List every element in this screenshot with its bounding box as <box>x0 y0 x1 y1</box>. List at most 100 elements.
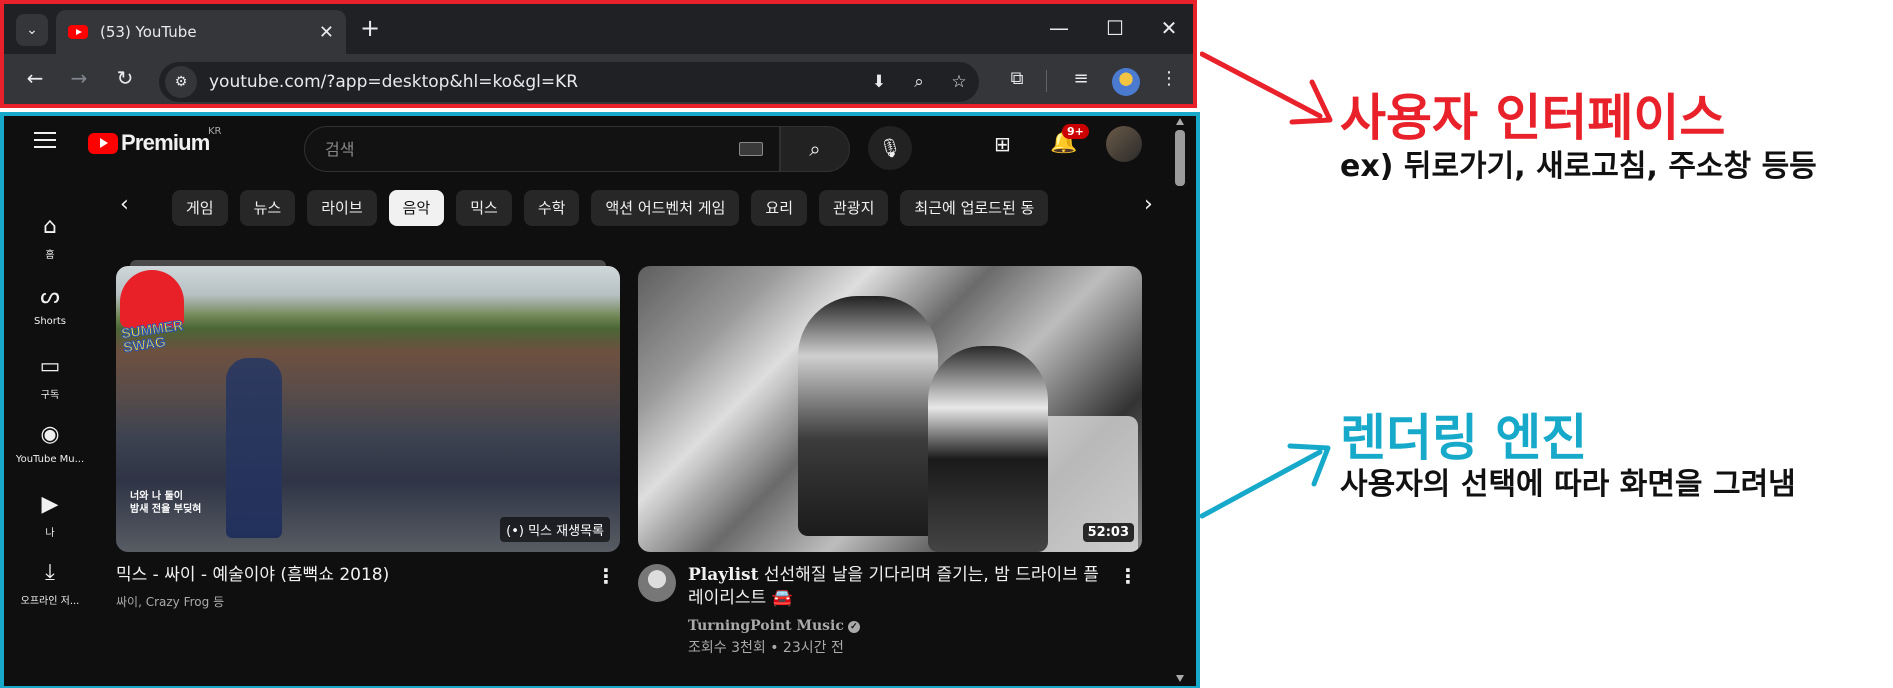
keyboard-icon[interactable] <box>739 142 763 156</box>
sidebar-item-home[interactable]: ⌂ 홈 <box>10 214 90 261</box>
channel-avatar[interactable] <box>638 564 676 602</box>
tab-close-icon[interactable]: ✕ <box>319 22 334 43</box>
scroll-up-icon[interactable] <box>1176 118 1184 125</box>
chip-4[interactable]: 믹스 <box>456 190 512 226</box>
mix-playlist-overlay: (•) 믹스 재생목록 <box>500 517 610 542</box>
forward-icon[interactable]: → <box>64 66 94 90</box>
person-figure <box>928 346 1048 552</box>
chip-7[interactable]: 요리 <box>751 190 807 226</box>
video-duration: 52:03 <box>1082 523 1134 542</box>
sidebar-item-label: 구독 <box>40 390 60 401</box>
scroll-down-icon[interactable] <box>1176 675 1184 682</box>
address-bar[interactable]: ⚙ youtube.com/?app=desktop&hl=ko&gl=KR ⬇… <box>159 62 979 102</box>
sidebar-item-label: 홈 <box>45 250 55 261</box>
zoom-icon[interactable]: ⌕ <box>899 72 939 92</box>
chevron-right-icon[interactable]: › <box>1144 192 1153 217</box>
more-menu-icon[interactable]: ⋮ <box>1154 68 1184 89</box>
sidebar-item-downloads[interactable]: ⤓ 오프라인 저... <box>10 560 90 607</box>
sidebar-item-you[interactable]: ▶ 나 <box>10 492 90 539</box>
back-icon[interactable]: ← <box>20 66 50 90</box>
video-meta-text: 믹스 - 싸이 - 예술이야 (흠뻑쇼 2018) 싸이, Crazy Frog… <box>116 564 620 610</box>
sidebar-item-shorts[interactable]: ᔕ Shorts <box>10 284 90 327</box>
browser-ui-frame: ⌄ (53) YouTube ✕ + — ☐ ✕ ← → ↻ ⚙ youtube… <box>0 0 1197 108</box>
video-title[interactable]: Playlist 선선해질 날을 기다리며 즐기는, 밤 드라이브 플레이리스트… <box>688 564 1112 610</box>
chip-0[interactable]: 게임 <box>172 190 228 226</box>
youtube-favicon-icon <box>68 25 88 39</box>
channel-name-row[interactable]: TurningPoint Music ✓ <box>688 618 1112 634</box>
new-tab-icon[interactable]: + <box>360 16 380 40</box>
video-card[interactable]: SUMMER SWAG 너와 나 둘이 밤새 전율 부딪혀 (•) 믹스 재생목… <box>116 260 620 610</box>
scrollbar-thumb[interactable] <box>1175 130 1185 186</box>
account-avatar[interactable] <box>1106 126 1142 162</box>
sidebar-item-label: Shorts <box>33 316 67 327</box>
you-icon: ▶ <box>41 492 59 517</box>
verified-check-icon: ✓ <box>847 621 860 633</box>
logo-brand-text: Premium <box>121 130 210 155</box>
more-actions-icon[interactable]: ⋮ <box>1118 564 1138 588</box>
person-figure <box>798 296 938 536</box>
ui-annotation-title: 사용자 인터페이스 <box>1340 89 1726 147</box>
rendering-engine-frame: Premium KR ⌕ 🎙 ⊞ 🔔 9+ ⌂ 홈 ᔕ Shorts <box>0 112 1200 688</box>
video-thumbnail[interactable]: SUMMER SWAG 너와 나 둘이 밤새 전율 부딪혀 (•) 믹스 재생목… <box>116 266 620 552</box>
channel-name: TurningPoint Music <box>688 618 844 634</box>
chip-bar: ‹ 게임 뉴스 라이브 음악 믹스 수학 액션 어드벤처 게임 요리 관광지 최근에 업로드된 동… <box>106 174 1166 238</box>
reload-icon[interactable]: ↻ <box>110 66 140 90</box>
microphone-icon[interactable]: 🎙 <box>868 126 912 170</box>
video-stats: 조회수 3천회 • 23시간 전 <box>688 640 844 656</box>
youtube-page: Premium KR ⌕ 🎙 ⊞ 🔔 9+ ⌂ 홈 ᔕ Shorts <box>10 116 1188 686</box>
engine-annotation-title: 렌더링 엔진 <box>1340 409 1588 467</box>
youtube-logo[interactable]: Premium KR <box>88 126 222 156</box>
chip-3[interactable]: 음악 <box>388 190 445 226</box>
youtube-music-icon: ◉ <box>40 422 60 447</box>
youtube-play-icon <box>88 132 118 154</box>
shorts-icon: ᔕ <box>40 284 60 309</box>
search-input[interactable] <box>325 139 739 159</box>
extensions-icon[interactable]: ⧉ <box>1002 68 1032 89</box>
browser-tab[interactable]: (53) YouTube ✕ <box>56 10 346 54</box>
profile-avatar-icon[interactable] <box>1112 68 1140 96</box>
chip-6[interactable]: 액션 어드벤처 게임 <box>591 190 740 226</box>
more-actions-icon[interactable]: ⋮ <box>596 564 616 588</box>
engine-annotation-subtitle: 사용자의 선택에 따라 화면을 그려냄 <box>1340 467 1796 502</box>
logo-country-code: KR <box>208 126 222 137</box>
youtube-masthead: Premium KR ⌕ 🎙 ⊞ 🔔 9+ <box>10 116 1188 172</box>
page-scrollbar[interactable] <box>1172 116 1188 686</box>
chip-2[interactable]: 라이브 <box>307 190 377 226</box>
sidebar-item-subscriptions[interactable]: ▭ 구독 <box>10 354 90 401</box>
thumb-caption-line: 너와 나 둘이 <box>130 491 183 502</box>
bookmark-star-icon[interactable]: ☆ <box>939 72 979 92</box>
minimize-icon[interactable]: — <box>1044 16 1074 40</box>
home-icon: ⌂ <box>43 214 57 239</box>
tab-search-icon[interactable]: ⌄ <box>16 14 48 46</box>
chip-5[interactable]: 수학 <box>523 190 580 226</box>
maximize-icon[interactable]: ☐ <box>1100 16 1130 40</box>
engine-annotation-arrow <box>1200 443 1331 519</box>
menu-icon[interactable] <box>34 132 56 148</box>
ui-annotation-subtitle: ex) 뒤로가기, 새로고침, 주소창 등등 <box>1340 149 1817 184</box>
install-app-icon[interactable]: ⬇ <box>859 72 899 92</box>
video-card[interactable]: 52:03 Playlist 선선해질 날을 기다리며 즐기는, 밤 드라이브 … <box>638 266 1142 657</box>
video-artists: 싸이, Crazy Frog 등 <box>116 595 225 609</box>
tab-strip: ⌄ (53) YouTube ✕ + — ☐ ✕ <box>4 4 1193 54</box>
search-box <box>304 126 780 172</box>
sidebar-item-youtube-music[interactable]: ◉ YouTube Mu... <box>10 422 90 465</box>
video-title[interactable]: 믹스 - 싸이 - 예술이야 (흠뻑쇼 2018) <box>116 564 590 587</box>
chip-1[interactable]: 뉴스 <box>239 190 296 226</box>
close-window-icon[interactable]: ✕ <box>1154 16 1184 40</box>
thumb-caption-line: 밤새 전율 부딪혀 <box>130 504 202 515</box>
search-icon[interactable]: ⌕ <box>780 126 850 172</box>
toolbar-divider <box>1046 70 1047 92</box>
title-prefix: Playlist <box>688 565 759 585</box>
chip-9[interactable]: 최근에 업로드된 동 <box>900 190 1049 226</box>
chip-8[interactable]: 관광지 <box>819 190 889 226</box>
sidebar-item-label: 오프라인 저... <box>20 596 80 607</box>
create-video-icon[interactable]: ⊞ <box>994 132 1011 156</box>
video-thumbnail[interactable]: 52:03 <box>638 266 1142 552</box>
site-info-icon[interactable]: ⚙ <box>165 66 197 98</box>
url-text[interactable]: youtube.com/?app=desktop&hl=ko&gl=KR <box>209 72 859 92</box>
media-control-icon[interactable]: ≡ <box>1066 68 1096 89</box>
download-icon: ⤓ <box>45 560 55 585</box>
chevron-left-icon[interactable]: ‹ <box>120 192 129 217</box>
browser-toolbar: ← → ↻ ⚙ youtube.com/?app=desktop&hl=ko&g… <box>4 54 1193 104</box>
video-meta: Playlist 선선해질 날을 기다리며 즐기는, 밤 드라이브 플레이리스트… <box>638 564 1142 657</box>
